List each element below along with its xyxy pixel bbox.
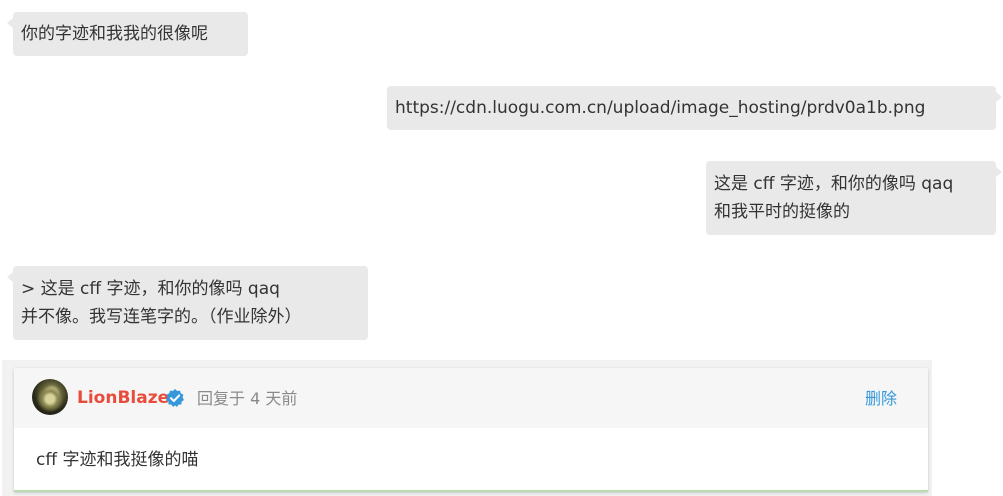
message-bubble-received: > 这是 cff 字迹，和你的像吗 qaq 并不像。我写连笔字的。（作业除外） <box>7 266 368 340</box>
reply-text: cff 字迹和我挺像的喵 <box>36 450 199 470</box>
reply-timestamp: 回复于 4 天前 <box>197 389 298 408</box>
avatar[interactable] <box>32 379 68 415</box>
message-bubble-received: 你的字迹和我我的很像呢 <box>7 12 248 56</box>
avatar-image <box>37 385 63 413</box>
reply-header: LionBlaze 回复于 4 天前 删除 <box>14 368 928 428</box>
verified-badge-icon <box>166 389 184 407</box>
chat-page: 你的字迹和我我的很像呢 https://cdn.luogu.com.cn/upl… <box>0 0 1003 496</box>
message-bubble-sent: 这是 cff 字迹，和你的像吗 qaq 和我平时的挺像的 <box>706 161 1002 235</box>
username-link[interactable]: LionBlaze <box>77 387 169 409</box>
delete-button[interactable]: 删除 <box>865 388 897 410</box>
reply-card: LionBlaze 回复于 4 天前 删除 cff 字迹和我挺像的喵 <box>14 368 928 492</box>
message-bubble-sent[interactable]: https://cdn.luogu.com.cn/upload/image_ho… <box>387 86 1002 130</box>
